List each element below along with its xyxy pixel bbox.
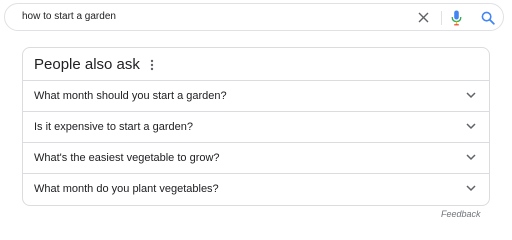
close-icon[interactable] [418,12,429,23]
question-item[interactable]: What month should you start a garden? [23,80,489,111]
people-also-ask-list: What month should you start a garden? Is… [23,80,489,204]
question-text: What month do you plant vegetables? [34,183,219,195]
search-icon[interactable] [481,11,495,25]
chevron-down-icon [466,123,476,130]
feedback-link[interactable]: Feedback [441,209,481,220]
question-text: What's the easiest vegetable to grow? [34,152,220,164]
question-item[interactable]: Is it expensive to start a garden? [23,111,489,142]
chevron-down-icon [466,185,476,192]
search-bar-divider [441,11,442,25]
more-vert-icon[interactable] [150,58,154,72]
question-item[interactable]: What month do you plant vegetables? [23,173,489,204]
people-also-ask-header: People also ask [34,56,154,74]
microphone-icon[interactable] [451,10,462,26]
question-text: Is it expensive to start a garden? [34,121,193,133]
chevron-down-icon [466,92,476,99]
search-input[interactable]: how to start a garden [22,11,116,23]
question-item[interactable]: What's the easiest vegetable to grow? [23,142,489,173]
search-bar[interactable]: how to start a garden [4,3,504,31]
question-text: What month should you start a garden? [34,90,227,102]
chevron-down-icon [466,154,476,161]
people-also-ask-title: People also ask [34,56,140,73]
search-results-page: how to start a garden People also ask Wh… [0,0,512,231]
people-also-ask-card: People also ask What month should you st… [22,47,490,206]
